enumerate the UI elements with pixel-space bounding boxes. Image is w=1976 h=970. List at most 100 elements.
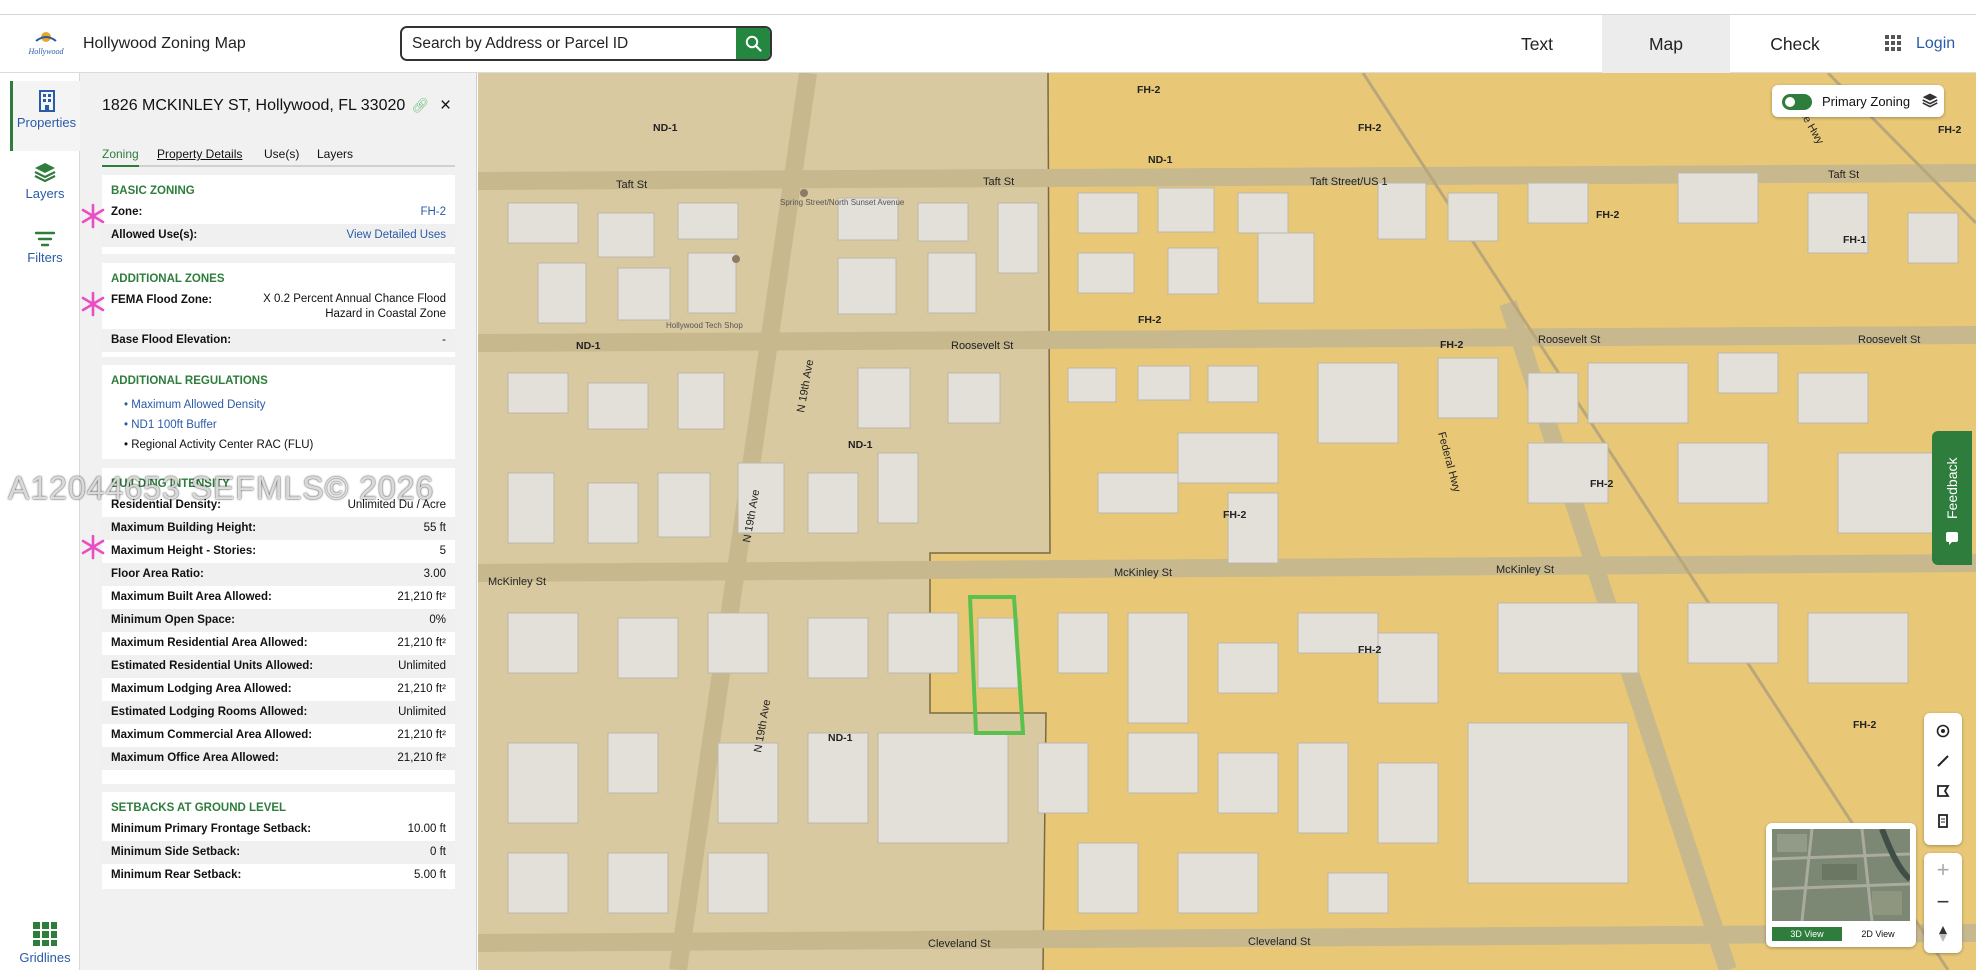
regulation-item[interactable]: • Maximum Allowed Density [124, 395, 313, 415]
tab-property-details[interactable]: Property Details [157, 147, 242, 161]
additional-zones-title: ADDITIONAL ZONES [111, 273, 225, 285]
zone-value-link[interactable]: FH-2 [420, 206, 446, 218]
setback-row-label: Minimum Side Setback: [111, 846, 241, 858]
setback-row: Minimum Side Setback: 0 ft [102, 841, 455, 864]
poi-marker-icon[interactable] [800, 189, 808, 197]
annotation-star-icon [81, 203, 105, 229]
zoom-out-button[interactable]: − [1924, 887, 1962, 917]
zoom-in-button[interactable]: + [1924, 855, 1962, 885]
regulation-item[interactable]: • ND1 100ft Buffer [124, 415, 313, 435]
compass-button[interactable] [1924, 919, 1962, 949]
intensity-row-value: 21,210 ft² [397, 752, 446, 764]
hollywood-logo[interactable]: Hollywood [24, 29, 68, 59]
view-3d-button[interactable]: 3D View [1772, 927, 1842, 941]
grid-icon [33, 922, 57, 946]
basic-zoning-title: BASIC ZONING [111, 185, 195, 197]
zone-row: Zone: FH-2 [102, 201, 455, 224]
intensity-row: Maximum Built Area Allowed: 21,210 ft² [102, 586, 455, 609]
setback-row-value: 0 ft [430, 846, 446, 858]
intensity-row: Maximum Lodging Area Allowed: 21,210 ft² [102, 678, 455, 701]
setback-row: Minimum Rear Setback: 5.00 ft [102, 864, 455, 887]
measure-button[interactable] [1924, 747, 1962, 775]
zone-label: FH-1 [1843, 234, 1866, 246]
feedback-button[interactable]: Feedback [1932, 431, 1972, 565]
login-link[interactable]: Login [1916, 35, 1955, 53]
intensity-row: Minimum Open Space: 0% [102, 609, 455, 632]
address-text: 1826 MCKINLEY ST, Hollywood, FL 33020 [102, 97, 406, 114]
locate-button[interactable] [1924, 717, 1962, 745]
tab-check[interactable]: Check [1730, 15, 1860, 73]
bfe-value: - [442, 334, 446, 346]
intensity-row-label: Minimum Open Space: [111, 614, 235, 626]
uses-row: Allowed Use(s): View Detailed Uses [102, 224, 455, 247]
draw-area-button[interactable] [1924, 777, 1962, 805]
layers-icon[interactable] [1922, 92, 1938, 108]
close-button[interactable]: × [440, 95, 451, 117]
zone-label: FH-2 [1440, 339, 1463, 351]
intensity-row-label: Maximum Commercial Area Allowed: [111, 729, 313, 741]
left-nav: Properties Layers Filters Gridlines [0, 73, 80, 970]
tab-text[interactable]: Text [1472, 15, 1602, 73]
layers-icon [34, 163, 56, 183]
primary-zoning-label: Primary Zoning [1822, 94, 1911, 109]
watermark-text: A12044653 SEFMLS© 2026 [8, 470, 435, 506]
nav-properties[interactable]: Properties [10, 81, 80, 151]
intensity-row-label: Maximum Built Area Allowed: [111, 591, 272, 603]
setbacks-card: SETBACKS AT GROUND LEVEL Minimum Primary… [102, 792, 455, 889]
tab-layers[interactable]: Layers [317, 147, 353, 161]
poi-label: Hollywood Tech Shop [666, 321, 743, 330]
zone-label: FH-2 [1853, 719, 1876, 731]
street-label: Taft St [983, 176, 1014, 188]
intensity-row: Maximum Office Area Allowed: 21,210 ft² [102, 747, 455, 770]
locate-icon [1936, 724, 1950, 738]
street-label: Roosevelt St [1538, 334, 1600, 346]
minimap: 3D View 2D View [1766, 823, 1916, 947]
building-icon [38, 90, 55, 112]
nav-gridlines[interactable]: Gridlines [10, 921, 80, 965]
search-input[interactable] [402, 28, 738, 59]
map-canvas[interactable]: Taft St Taft St Taft Street/US 1 Taft St… [478, 73, 1976, 970]
poi-marker-icon[interactable] [732, 255, 740, 263]
intensity-row: Estimated Residential Units Allowed: Unli… [102, 655, 455, 678]
additional-regulations-title: ADDITIONAL REGULATIONS [111, 375, 268, 387]
report-button[interactable] [1924, 807, 1962, 835]
intensity-row-label: Maximum Lodging Area Allowed: [111, 683, 292, 695]
filter-icon [35, 231, 55, 247]
tab-map[interactable]: Map [1602, 15, 1730, 73]
street-label: Taft Street/US 1 [1310, 176, 1388, 188]
intensity-row-value: 55 ft [423, 522, 446, 534]
tab-zoning[interactable]: Zoning [102, 147, 139, 167]
fema-label: FEMA Flood Zone: [111, 294, 213, 306]
regulations-list: • Maximum Allowed Density • ND1 100ft Bu… [124, 395, 313, 455]
nav-layers[interactable]: Layers [10, 161, 80, 201]
search-button[interactable] [736, 28, 770, 59]
zone-label: FH-2 [1223, 509, 1246, 521]
zoning-map[interactable]: Taft St Taft St Taft Street/US 1 Taft St… [478, 73, 1976, 970]
property-panel: 1826 MCKINLEY ST, Hollywood, FL 33020 🔗︎ … [80, 73, 477, 970]
minimap-image[interactable] [1772, 829, 1910, 921]
apps-grid-icon[interactable] [1884, 34, 1902, 52]
polygon-icon [1937, 785, 1950, 797]
street-label: Taft St [1828, 169, 1859, 181]
intensity-row-label: Maximum Building Height: [111, 522, 257, 534]
street-label: McKinley St [1114, 567, 1172, 579]
zone-label: ND-1 [653, 122, 678, 134]
intensity-row-value: 21,210 ft² [397, 637, 446, 649]
primary-zoning-toggle[interactable] [1782, 94, 1812, 110]
street-label: McKinley St [1496, 564, 1554, 576]
annotation-star-icon [81, 534, 105, 560]
setback-row: Minimum Primary Frontage Setback: 10.00 f… [102, 818, 455, 841]
intensity-row-label: Floor Area Ratio: [111, 568, 204, 580]
setback-row-label: Minimum Primary Frontage Setback: [111, 823, 312, 835]
intensity-row: Maximum Residential Area Allowed: 21,210 … [102, 632, 455, 655]
link-icon[interactable]: 🔗︎ [411, 97, 429, 114]
tab-uses[interactable]: Use(s) [264, 147, 299, 161]
zone-label: Zone: [111, 206, 143, 218]
zoom-controls: + − [1924, 853, 1962, 953]
view-uses-link[interactable]: View Detailed Uses [346, 229, 446, 241]
regulation-item-label: Regional Activity Center RAC (FLU) [131, 439, 314, 451]
nav-filters[interactable]: Filters [10, 231, 80, 265]
view-2d-button[interactable]: 2D View [1846, 927, 1910, 941]
poi-label: Spring Street/North Sunset Avenue [780, 198, 905, 207]
setback-row-label: Minimum Rear Setback: [111, 869, 242, 881]
